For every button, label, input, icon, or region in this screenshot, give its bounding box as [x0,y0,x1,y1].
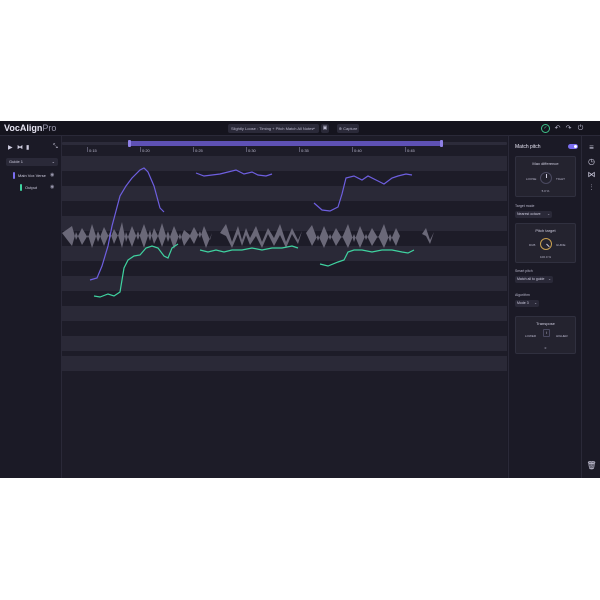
smart-pitch-label: Smart pitch [515,269,533,273]
eye-icon[interactable]: ◉ [50,183,54,192]
tick-label: 0:45 [405,147,415,153]
chevron-down-icon: ⌄ [548,277,551,281]
power-icon[interactable]: ⏻ [576,124,585,133]
tick-label: 0:15 [87,147,97,153]
guide-select-label: Guide 1 [9,159,24,164]
track-panel: ▶ ⧓ ▮ ⤡ Guide 1 ⌄ Main Vox Verse ◉ Outpu… [0,136,62,478]
title-bar: VocAlignPro Slightly Loose : Timing + Pi… [0,121,600,136]
output-pitch-curve [93,243,415,298]
loose-label: LOOSE [526,177,537,181]
guide-pitch-curve [89,167,413,281]
inspector-panel: Match pitch Max difference LOOSE TIGHT 5… [508,136,581,478]
knob-needle [546,243,550,248]
mixer-icon[interactable]: ⫶ [586,182,597,193]
stepper-arrows-icon: ↕ [545,330,548,335]
algorithm-label: Algorithm [515,293,530,297]
target-mode-select[interactable]: Nearest octave ⌄ [515,211,552,218]
capture-button[interactable]: ⊕ Capture [337,124,359,133]
track-label: Output [25,185,38,190]
align-icon[interactable]: ⋈ [586,169,597,180]
tick-label: 0:30 [246,147,256,153]
smart-pitch-value: Match all to guide [517,277,545,281]
max-difference-value: 5.0 % [541,189,550,193]
pitch-target-card: Pitch target DUB GUIDE 100.0 % [515,223,576,263]
target-mode-value: Nearest octave [517,212,541,216]
max-difference-card: Max difference LOOSE TIGHT 5.0 % [515,156,576,197]
transpose-value: 0 [544,346,547,350]
tick-label: 0:20 [140,147,150,153]
status-check-icon: ✓ [541,124,550,133]
algorithm-value: Mode 3 [517,301,529,305]
history-icon[interactable]: ◷ [586,156,597,167]
selection-handle-right[interactable] [440,140,443,147]
track-label: Main Vox Verse [18,173,46,178]
algorithm-select[interactable]: Mode 3 ⌄ [515,300,539,307]
preset-select[interactable]: Slightly Loose : Timing + Pitch Match Al… [228,124,319,133]
match-pitch-title: Match pitch [515,144,541,150]
dub-label: DUB [529,243,536,247]
chevron-down-icon: ⌄ [311,125,316,131]
tick-label: 0:25 [193,147,203,153]
selection-handle-left[interactable] [128,140,131,147]
transpose-title: Transpose [536,321,555,326]
levels-icon[interactable]: ▮ [26,144,29,151]
redo-icon[interactable]: ↷ [564,124,573,133]
transpose-card: Transpose LOWER ↕ HIGHER 0 [515,316,576,354]
pitch-curves [62,167,434,298]
max-difference-title: Max difference [532,161,559,166]
higher-label: HIGHER [556,334,568,338]
match-pitch-toggle[interactable] [568,144,578,149]
target-mode-label: Target mode [515,204,535,208]
skip-icon[interactable]: ⧓ [17,144,23,151]
knob-needle [546,174,547,178]
lower-label: LOWER [525,334,537,338]
guide-label: GUIDE [556,243,566,247]
tight-label: TIGHT [556,177,565,181]
track-color-bar [20,184,22,191]
timeline-area[interactable]: 0:15 0:20 0:25 0:30 0:35 0:40 0:45 [62,136,507,478]
play-icon[interactable]: ▶ [8,144,13,151]
eye-icon[interactable]: ◉ [50,171,54,180]
menu-icon[interactable]: ≡ [586,142,597,153]
right-rail: ≡ ◷ ⋈ ⫶ 🗑 [581,136,600,478]
max-difference-knob[interactable] [540,172,552,184]
preset-label: Slightly Loose : Timing + Pitch Match Al… [231,126,314,131]
tick-label: 0:35 [299,147,309,153]
chevron-down-icon: ⌄ [547,212,550,216]
save-preset-button[interactable]: ▣ [321,124,329,133]
app-window: VocAlignPro Slightly Loose : Timing + Pi… [0,121,600,478]
overview-selection[interactable] [130,141,442,146]
guide-select[interactable]: Guide 1 ⌄ [6,158,58,166]
chevron-down-icon: ⌄ [534,301,537,305]
track-output[interactable]: Output ◉ [20,183,59,192]
undo-icon[interactable]: ↶ [553,124,562,133]
collapse-icon[interactable]: ⤡ [53,144,58,151]
tick-label: 0:40 [352,147,362,153]
pitch-target-title: Pitch target [535,228,556,233]
save-icon: ▣ [322,125,328,131]
trash-icon[interactable]: 🗑 [586,460,597,471]
track-color-bar [13,172,15,179]
chevron-down-icon: ⌄ [51,159,55,164]
pitch-target-value: 100.0 % [539,255,551,259]
smart-pitch-select[interactable]: Match all to guide ⌄ [515,276,553,283]
app-logo: VocAlignPro [4,123,57,133]
pitch-target-knob[interactable] [540,238,552,250]
track-main-vox[interactable]: Main Vox Verse ◉ [13,171,59,180]
waveform [62,222,434,249]
pitch-lanes[interactable] [62,156,507,386]
transpose-stepper[interactable]: ↕ [543,329,550,337]
